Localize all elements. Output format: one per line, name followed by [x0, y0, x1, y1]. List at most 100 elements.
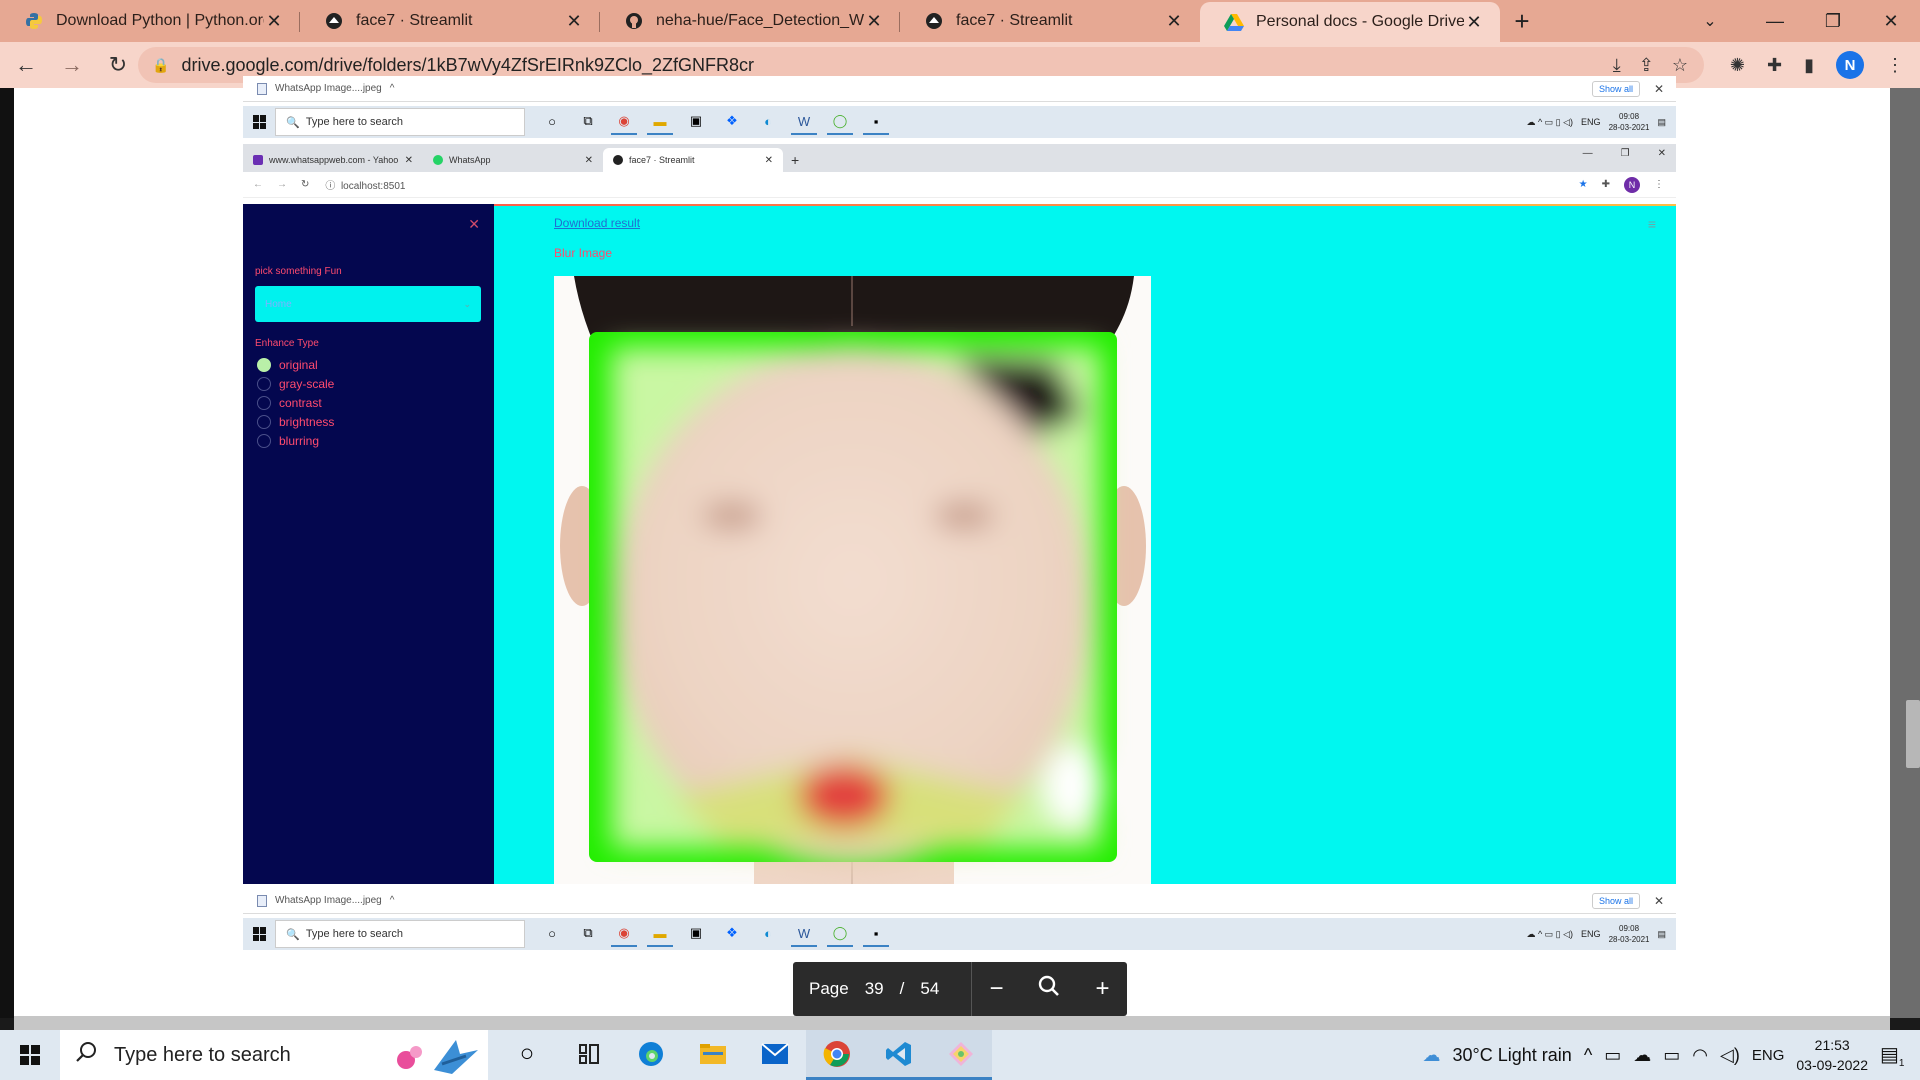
language-indicator[interactable]: ENG — [1752, 1047, 1785, 1064]
tab-github[interactable]: neha-hue/Face_Detection_WebA ✕ — [600, 0, 900, 42]
mail-icon[interactable] — [744, 1030, 806, 1080]
extension-bug-icon[interactable]: ✺ — [1730, 55, 1745, 76]
sidebar-label: pick something Fun — [255, 266, 342, 277]
radio-original: original — [257, 358, 318, 372]
download-file-name: WhatsApp Image....jpeg — [275, 895, 382, 906]
embedded-tray: ☁ ^ ▭ ▯ ◁) ENG 09:08 28-03-2021 ▤ — [1526, 112, 1666, 132]
onedrive-icon[interactable]: ☁ — [1633, 1045, 1651, 1066]
edge-icon: ◐ — [764, 113, 772, 129]
pdf-viewer: WhatsApp Image....jpeg ^ Show all ✕ 🔍 Typ… — [0, 76, 1920, 1030]
streamlit-icon — [324, 11, 344, 31]
tab-close-icon[interactable]: ✕ — [864, 11, 884, 32]
vscode-icon[interactable] — [868, 1030, 930, 1080]
clock-date: 03-09-2022 — [1796, 1057, 1868, 1073]
tab-label: neha-hue/Face_Detection_WebA — [656, 12, 864, 29]
radio-gray-scale: gray-scale — [257, 377, 334, 391]
tab-close-icon[interactable]: ✕ — [1164, 11, 1184, 32]
embedded-screenshot: WhatsApp Image....jpeg ^ Show all ✕ 🔍 Typ… — [243, 76, 1676, 950]
show-all-button: Show all — [1591, 892, 1640, 909]
tab-label: Personal docs - Google Drive — [1256, 13, 1464, 30]
minimize-icon[interactable]: — — [1746, 0, 1804, 42]
show-all-button: Show all — [1591, 80, 1640, 97]
chrome-icon[interactable] — [806, 1030, 868, 1080]
embedded-browser-tabs: www.whatsappweb.com - Yahoo ✕ WhatsApp ✕ f… — [243, 144, 1676, 172]
embedded-tab: WhatsApp ✕ — [423, 148, 603, 172]
tab-close-icon[interactable]: ✕ — [264, 11, 284, 32]
install-icon[interactable]: ⤓ — [1613, 55, 1621, 76]
zoom-out-icon[interactable]: − — [989, 975, 1003, 1003]
vertical-scrollbar-thumb[interactable] — [1906, 700, 1920, 768]
download-file-name: WhatsApp Image....jpeg — [275, 83, 382, 94]
windows-logo-icon — [253, 927, 267, 941]
close-icon[interactable]: ✕ — [1862, 0, 1920, 42]
horizontal-scrollbar[interactable] — [14, 1016, 1890, 1030]
taskbar-search-box[interactable]: Type here to search — [60, 1030, 488, 1080]
edge-icon: ◐ — [764, 925, 772, 941]
hamburger-menu-icon: ≡ — [1647, 216, 1656, 232]
mode-select: Home ⌄ — [255, 286, 481, 322]
new-tab-button[interactable]: + — [1500, 0, 1544, 42]
file-explorer-icon: ▬ — [647, 921, 673, 947]
magnifier-icon[interactable] — [1038, 975, 1060, 1004]
share-icon[interactable]: ⇪ — [1639, 55, 1654, 76]
puzzle-icon: ✚ — [1601, 179, 1610, 190]
pdf-page-controls: Page 39 / 54 − + — [793, 962, 1127, 1016]
notification-icon[interactable]: ▤1 — [1880, 1042, 1910, 1069]
back-arrow-icon[interactable]: ← — [6, 45, 46, 85]
search-highlight-art — [397, 1040, 478, 1074]
close-icon: ✕ — [1653, 893, 1664, 908]
kebab-icon: ⋮ — [1654, 179, 1664, 190]
side-panel-icon[interactable]: ▮ — [1804, 55, 1814, 76]
search-placeholder: Type here to search — [114, 1043, 291, 1066]
tab-streamlit-1[interactable]: face7 · Streamlit ✕ — [300, 0, 600, 42]
tab-streamlit-2[interactable]: face7 · Streamlit ✕ — [900, 0, 1200, 42]
embedded-search-box: 🔍 Type here to search — [275, 108, 525, 136]
streamlit-app: ✕ pick something Fun Home ⌄ Enhance Type… — [243, 204, 1676, 884]
weather-icon[interactable]: ☁ — [1423, 1045, 1441, 1066]
reload-icon[interactable]: ↻ — [98, 45, 138, 85]
edge-icon[interactable] — [620, 1030, 682, 1080]
menu-kebab-icon[interactable]: ⋮ — [1886, 55, 1904, 76]
total-pages: 54 — [920, 979, 940, 998]
weather-text[interactable]: 30°C Light rain — [1453, 1045, 1572, 1066]
bookmark-star-icon[interactable]: ☆ — [1672, 55, 1688, 76]
volume-icon[interactable]: ◁) — [1720, 1045, 1740, 1066]
windows-start-icon[interactable] — [0, 1030, 60, 1080]
tab-close-icon[interactable]: ✕ — [564, 11, 584, 32]
wifi-icon[interactable]: ◠ — [1692, 1045, 1708, 1066]
battery-icon[interactable]: ▭ — [1663, 1045, 1680, 1066]
extensions-puzzle-icon[interactable]: ✚ — [1767, 55, 1782, 76]
restore-icon[interactable]: ❐ — [1804, 0, 1862, 42]
app-sidebar: ✕ pick something Fun Home ⌄ Enhance Type… — [243, 204, 494, 884]
embedded-taskbar-bottom: 🔍 Type here to search ○ ⧉ ◉ ▬ ▣ ❖ ◐ W ◯ … — [243, 918, 1676, 950]
embedded-download-bar-bottom: WhatsApp Image....jpeg ^ Show all ✕ — [243, 888, 1676, 914]
embedded-download-bar: WhatsApp Image....jpeg ^ Show all ✕ — [243, 76, 1676, 102]
current-page-input[interactable]: 39 — [865, 979, 884, 999]
cortana-icon[interactable]: ○ — [496, 1030, 558, 1080]
chrome-icon: ◉ — [611, 921, 637, 947]
tab-google-drive[interactable]: Personal docs - Google Drive ✕ — [1200, 2, 1500, 42]
tab-python[interactable]: Download Python | Python.org ✕ — [0, 0, 300, 42]
zoom-in-icon[interactable]: + — [1095, 975, 1109, 1003]
meet-icon[interactable]: ▭ — [1604, 1045, 1621, 1066]
chevron-up-icon[interactable]: ^ — [1584, 1045, 1592, 1066]
chrome-icon: ◉ — [611, 109, 637, 135]
store-icon: ▣ — [689, 113, 703, 128]
tab-search-icon[interactable]: ⌄ — [1690, 0, 1730, 42]
clock[interactable]: 21:53 03-09-2022 — [1796, 1035, 1868, 1075]
git-diamond-icon[interactable] — [930, 1030, 992, 1080]
blur-image-title: Blur Image — [554, 246, 613, 260]
file-explorer-icon[interactable] — [682, 1030, 744, 1080]
blurred-face-image — [554, 276, 1151, 884]
cortana-icon: ○ — [548, 925, 556, 941]
python-icon — [24, 11, 44, 31]
close-icon: ✕ — [1653, 81, 1664, 96]
profile-avatar[interactable]: N — [1836, 51, 1864, 79]
radio-contrast: contrast — [257, 396, 322, 410]
url-text[interactable]: drive.google.com/drive/folders/1kB7wVy4Z… — [181, 55, 754, 76]
tab-close-icon[interactable]: ✕ — [1464, 12, 1484, 33]
lock-icon: 🔒 — [152, 56, 170, 73]
forward-arrow-icon[interactable]: → — [52, 45, 92, 85]
task-view-icon[interactable] — [558, 1030, 620, 1080]
word-icon: W — [791, 109, 817, 135]
